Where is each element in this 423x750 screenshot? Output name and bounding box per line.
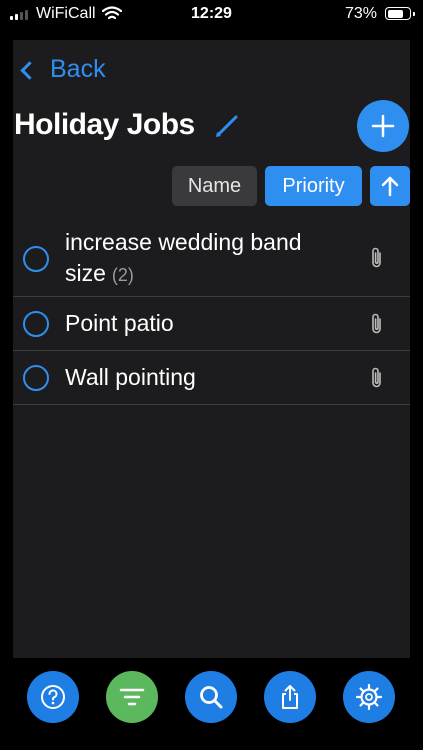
task-checkbox[interactable]: [23, 311, 49, 337]
settings-icon: [355, 683, 383, 711]
list-item[interactable]: Point patio: [13, 297, 410, 351]
share-icon: [282, 685, 298, 709]
chevron-left-icon: [20, 61, 39, 80]
plus-icon: [371, 114, 395, 138]
search-icon: [200, 686, 223, 709]
task-title: increase wedding band: [65, 229, 302, 255]
filter-icon: [119, 688, 145, 706]
back-button[interactable]: Back: [20, 55, 106, 84]
help-icon: [41, 685, 65, 709]
task-title-cont: size: [65, 260, 106, 286]
filter-button[interactable]: [106, 671, 158, 723]
arrow-up-icon: [381, 176, 399, 197]
share-button[interactable]: [264, 671, 316, 723]
list-item[interactable]: Wall pointing: [13, 351, 410, 405]
bottom-toolbar: [0, 658, 423, 750]
battery-percent: 73%: [344, 5, 377, 22]
settings-button[interactable]: [343, 671, 395, 723]
task-title: Point patio: [65, 310, 174, 336]
paperclip-icon[interactable]: [370, 312, 384, 336]
back-label: Back: [50, 55, 106, 83]
list-item[interactable]: increase wedding band size (2): [13, 220, 410, 297]
task-list: increase wedding band size (2) Point pati…: [13, 220, 410, 405]
help-button[interactable]: [27, 671, 79, 723]
task-checkbox[interactable]: [23, 246, 49, 272]
sort-direction-button[interactable]: [370, 166, 410, 206]
status-bar: WiFiCall 12:29 73%: [0, 0, 423, 30]
page-title: Holiday Jobs: [14, 108, 195, 141]
task-checkbox[interactable]: [23, 365, 49, 391]
battery-icon: [385, 7, 415, 20]
add-task-button[interactable]: [357, 100, 409, 152]
sort-by-name-button[interactable]: Name: [172, 166, 257, 206]
subtask-count: (2): [111, 265, 134, 285]
edit-title-icon[interactable]: [214, 113, 240, 139]
search-button[interactable]: [185, 671, 237, 723]
paperclip-icon[interactable]: [370, 246, 384, 270]
sort-by-priority-button[interactable]: Priority: [265, 166, 362, 206]
paperclip-icon[interactable]: [370, 366, 384, 390]
task-title: Wall pointing: [65, 364, 196, 390]
